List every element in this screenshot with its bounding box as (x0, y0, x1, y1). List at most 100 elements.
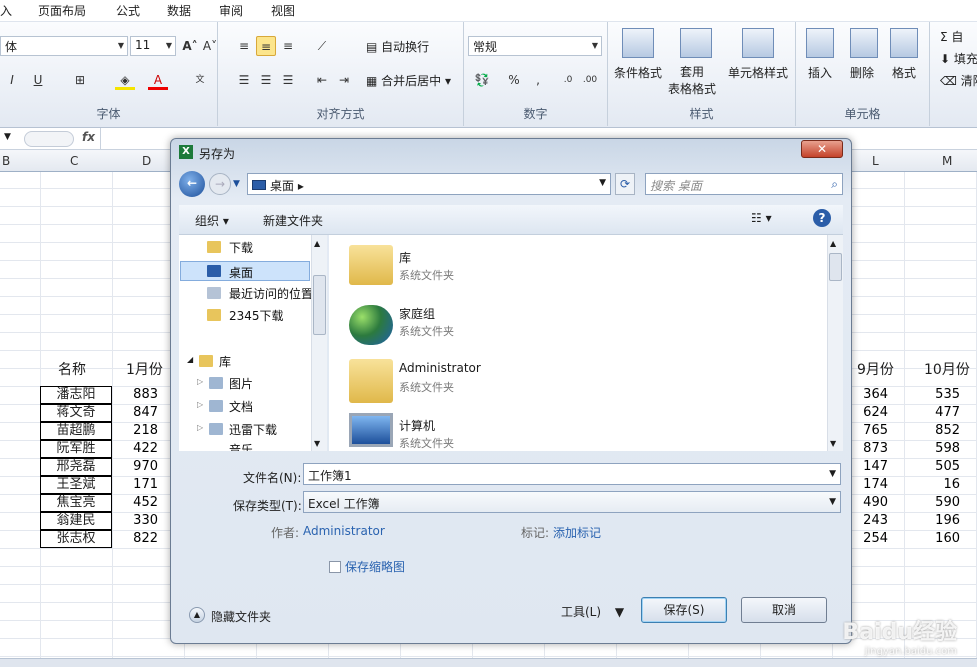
comma-icon[interactable]: , (528, 70, 548, 90)
nav-item-downloads[interactable]: 下载 (229, 239, 253, 256)
name-box-toggle[interactable] (24, 131, 74, 147)
hide-folders-button[interactable]: 隐藏文件夹 (211, 608, 271, 625)
cancel-button[interactable]: 取消 (741, 597, 827, 623)
cell-month-10[interactable]: 505 (914, 459, 960, 474)
cell-month-1[interactable]: 330 (112, 513, 158, 528)
phonetic-icon[interactable]: 文 (190, 70, 210, 90)
scroll-down-icon[interactable]: ▼ (830, 439, 836, 448)
thumbnail-checkbox[interactable] (329, 561, 341, 573)
sheet-tabs-bar[interactable] (0, 658, 977, 667)
new-folder-button[interactable]: 新建文件夹 (263, 212, 323, 229)
expand-icon[interactable]: ▷ (197, 423, 203, 432)
file-item-name[interactable]: 库 (399, 249, 411, 266)
cell-month-10[interactable]: 160 (914, 531, 960, 546)
column-b-header[interactable]: B (2, 154, 10, 168)
name-box-dropdown-icon[interactable]: ▼ (4, 132, 11, 142)
clear-button[interactable]: ⌫ 清除 (940, 72, 977, 89)
table-row-name[interactable]: 王圣斌 (40, 476, 112, 494)
help-icon[interactable]: ? (813, 209, 831, 227)
decrease-indent-icon[interactable]: ⇤ (312, 70, 332, 90)
address-dropdown-icon[interactable]: ▼ (599, 178, 606, 188)
search-input[interactable]: 搜索 桌面 ⌕ (645, 173, 843, 195)
address-bar[interactable]: 桌面 ▸ ▼ (247, 173, 611, 195)
shrink-font-icon[interactable]: A˅ (200, 36, 220, 56)
number-format-combo[interactable]: 常规 ▼ (468, 36, 602, 56)
fx-icon[interactable]: fx (82, 130, 95, 144)
filetype-select[interactable]: Excel 工作簿 ▼ (303, 491, 841, 513)
search-icon[interactable]: ⌕ (831, 177, 838, 192)
chevron-down-icon[interactable]: ▼ (829, 469, 836, 479)
close-icon[interactable]: ✕ (801, 140, 843, 158)
font-name-combo[interactable]: 体 ▼ (0, 36, 128, 56)
cell-month-1[interactable]: 171 (112, 477, 158, 492)
cell-month-1[interactable]: 218 (112, 423, 158, 438)
align-bottom-icon[interactable]: ≡ (278, 36, 298, 56)
cell-month-10[interactable]: 590 (914, 495, 960, 510)
column-l-header[interactable]: L (872, 154, 879, 168)
percent-icon[interactable]: % (504, 70, 524, 90)
cell-month-1[interactable]: 452 (112, 495, 158, 510)
column-m-header[interactable]: M (942, 154, 952, 168)
grow-font-icon[interactable]: A˄ (180, 36, 200, 56)
format-button[interactable]: 格式 (892, 64, 916, 81)
cell-month-10[interactable]: 535 (914, 387, 960, 402)
chevron-down-icon[interactable]: ▼ (829, 497, 836, 507)
nav-scrollbar[interactable]: ▲ ▼ (311, 235, 327, 451)
recent-pages-icon[interactable]: ▼ (233, 179, 240, 189)
cell-style-button[interactable]: 单元格样式 (728, 64, 788, 81)
file-item-name[interactable]: 计算机 (399, 417, 435, 434)
expand-icon[interactable]: ◢ (187, 355, 193, 364)
cell-month-1[interactable]: 883 (112, 387, 158, 402)
underline-icon[interactable]: U (28, 70, 48, 90)
column-c-header[interactable]: C (70, 154, 78, 168)
cell-month-1[interactable]: 847 (112, 405, 158, 420)
increase-decimal-icon[interactable]: .0 (558, 70, 578, 90)
chevron-up-icon[interactable]: ▲ (189, 607, 205, 623)
nav-item-libraries[interactable]: 库 (219, 353, 231, 370)
nav-item-2345[interactable]: 2345下载 (229, 307, 284, 324)
table-row-name[interactable]: 蒋文奇 (40, 404, 112, 422)
table-row-name[interactable]: 潘志阳 (40, 386, 112, 404)
organize-button[interactable]: 组织 ▾ (195, 212, 229, 229)
back-icon[interactable]: ← (179, 171, 205, 197)
cell-month-1[interactable]: 822 (112, 531, 158, 546)
filename-input[interactable]: 工作簿1 ▼ (303, 463, 841, 485)
scroll-thumb[interactable] (829, 253, 842, 281)
conditional-format-button[interactable]: 条件格式 (614, 64, 662, 81)
align-center-icon[interactable]: ☰ (256, 70, 276, 90)
file-item-name[interactable]: Administrator (399, 361, 481, 375)
decrease-decimal-icon[interactable]: .00 (580, 70, 600, 90)
cell-month-10[interactable]: 852 (914, 423, 960, 438)
cell-month-10[interactable]: 16 (914, 477, 960, 492)
table-row-name[interactable]: 焦宝亮 (40, 494, 112, 512)
table-row-name[interactable]: 张志权 (40, 530, 112, 548)
thumbnail-label[interactable]: 保存缩略图 (345, 558, 405, 575)
view-options-icon[interactable]: ☷ ▾ (751, 211, 772, 225)
merge-center-button[interactable]: ▦ 合并后居中 ▾ (366, 72, 451, 89)
orientation-icon[interactable]: ⟋ (312, 36, 332, 56)
table-row-name[interactable]: 苗超鹏 (40, 422, 112, 440)
align-middle-icon[interactable]: ≡ (256, 36, 276, 56)
expand-icon[interactable]: ▷ (197, 400, 203, 409)
nav-item-recent[interactable]: 最近访问的位置 (229, 285, 313, 302)
font-size-combo[interactable]: 11 ▼ (130, 36, 176, 56)
menu-page-layout[interactable]: 页面布局 (38, 2, 86, 19)
cell-month-1[interactable]: 422 (112, 441, 158, 456)
italic-icon[interactable]: I (2, 70, 22, 90)
fill-color-icon[interactable]: ◈ (115, 70, 135, 90)
file-item-name[interactable]: 家庭组 (399, 305, 435, 322)
menu-insert[interactable]: 入 (0, 2, 12, 19)
autosum-button[interactable]: Σ 自 (940, 28, 963, 45)
fill-button[interactable]: ⬇ 填充 (940, 50, 977, 67)
table-row-name[interactable]: 邢尧磊 (40, 458, 112, 476)
table-row-name[interactable]: 翁建民 (40, 512, 112, 530)
forward-icon[interactable]: → (209, 173, 231, 195)
menu-data[interactable]: 数据 (167, 2, 191, 19)
save-button[interactable]: 保存(S) (641, 597, 727, 623)
tools-button[interactable]: 工具(L) ▼ (561, 603, 624, 620)
author-value[interactable]: Administrator (303, 524, 385, 538)
nav-item-desktop[interactable]: 桌面 (180, 261, 310, 281)
tags-value[interactable]: 添加标记 (553, 524, 601, 541)
align-top-icon[interactable]: ≡ (234, 36, 254, 56)
nav-item-pictures[interactable]: 图片 (229, 375, 253, 392)
